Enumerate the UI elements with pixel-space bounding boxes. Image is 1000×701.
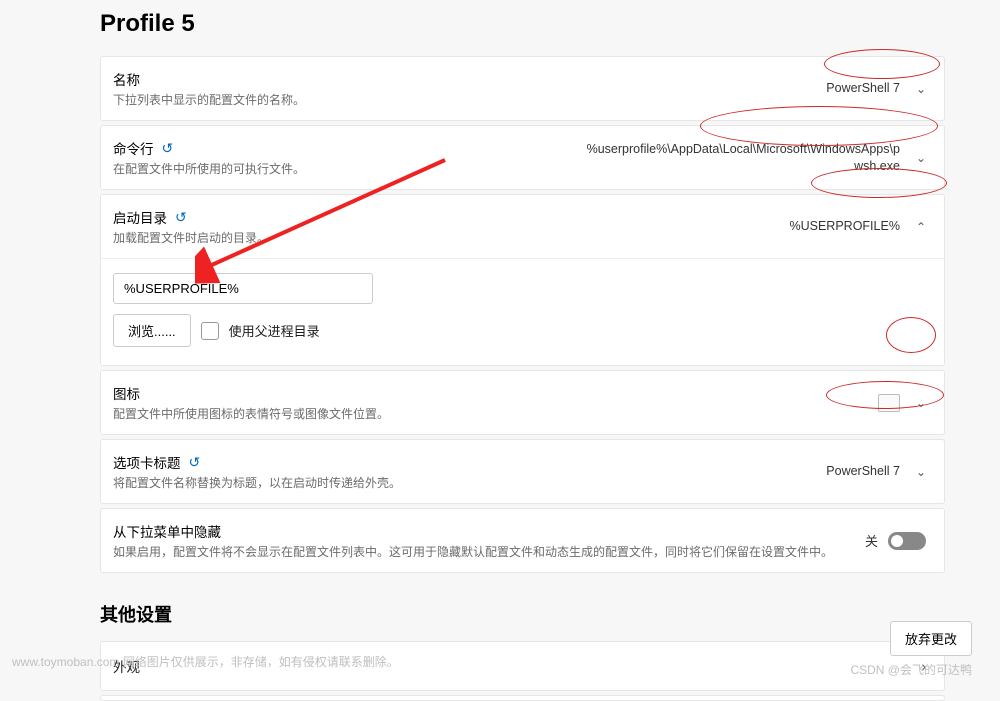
icon-desc: 配置文件中所使用图标的表情符号或图像文件位置。 — [113, 405, 878, 422]
chevron-down-icon: ⌄ — [916, 396, 926, 410]
tab-title-value: PowerShell 7 — [826, 463, 900, 480]
hide-desc: 如果启用，配置文件将不会显示在配置文件列表中。这可用于隐藏默认配置文件和动态生成… — [113, 543, 865, 560]
next-row-clipped — [100, 695, 945, 701]
commandline-value: %userprofile%\AppData\Local\Microsoft\Wi… — [586, 141, 900, 175]
starting-directory-input[interactable] — [113, 273, 373, 304]
chevron-down-icon: ⌄ — [916, 82, 926, 96]
chevron-down-icon: ⌄ — [916, 465, 926, 479]
chevron-up-icon: ⌃ — [916, 220, 926, 234]
starting-directory-header[interactable]: 启动目录 ↺ 加载配置文件时启动的目录。 %USERPROFILE% ⌃ — [101, 195, 944, 258]
starting-directory-desc: 加载配置文件时启动的目录。 — [113, 229, 789, 246]
hide-label: 从下拉菜单中隐藏 — [113, 521, 865, 541]
reset-icon[interactable]: ↺ — [175, 209, 187, 226]
reset-icon[interactable]: ↺ — [189, 454, 201, 471]
hide-toggle[interactable] — [888, 532, 926, 550]
icon-setting-row[interactable]: 图标 配置文件中所使用图标的表情符号或图像文件位置。 ⌄ — [100, 370, 945, 435]
icon-label: 图标 — [113, 383, 878, 403]
use-parent-dir-label: 使用父进程目录 — [229, 321, 320, 340]
tab-title-desc: 将配置文件名称替换为标题，以在启动时传递给外壳。 — [113, 474, 826, 491]
commandline-label: 命令行 — [113, 138, 154, 158]
starting-directory-value: %USERPROFILE% — [789, 218, 899, 235]
chevron-down-icon: ⌄ — [916, 151, 926, 165]
watermark-left: www.toymoban.com 网络图片仅供展示，非存储，如有侵权请联系删除。 — [12, 653, 399, 670]
commandline-desc: 在配置文件中所使用的可执行文件。 — [113, 160, 586, 177]
commandline-setting-row[interactable]: 命令行 ↺ 在配置文件中所使用的可执行文件。 %userprofile%\App… — [100, 125, 945, 190]
hide-from-dropdown-row: 从下拉菜单中隐藏 如果启用，配置文件将不会显示在配置文件列表中。这可用于隐藏默认… — [100, 508, 945, 573]
toggle-state-label: 关 — [865, 531, 878, 550]
name-setting-row[interactable]: 名称 下拉列表中显示的配置文件的名称。 PowerShell 7 ⌄ — [100, 56, 945, 121]
reset-icon[interactable]: ↺ — [162, 140, 174, 157]
tab-title-setting-row[interactable]: 选项卡标题 ↺ 将配置文件名称替换为标题，以在启动时传递给外壳。 PowerSh… — [100, 439, 945, 504]
use-parent-dir-checkbox[interactable] — [201, 322, 219, 340]
name-desc: 下拉列表中显示的配置文件的名称。 — [113, 91, 826, 108]
page-title: Profile 5 — [100, 10, 945, 38]
starting-directory-setting-row: 启动目录 ↺ 加载配置文件时启动的目录。 %USERPROFILE% ⌃ 浏览.… — [100, 194, 945, 366]
browse-button[interactable]: 浏览...... — [113, 314, 191, 347]
name-label: 名称 — [113, 69, 826, 89]
tab-title-label: 选项卡标题 — [113, 452, 181, 472]
other-settings-heading: 其他设置 — [100, 601, 945, 627]
name-value: PowerShell 7 — [826, 80, 900, 97]
icon-preview — [878, 394, 900, 412]
watermark-right: CSDN @会飞的可达鸭 — [850, 661, 972, 678]
discard-changes-button[interactable]: 放弃更改 — [890, 621, 972, 656]
starting-directory-label: 启动目录 — [113, 207, 167, 227]
